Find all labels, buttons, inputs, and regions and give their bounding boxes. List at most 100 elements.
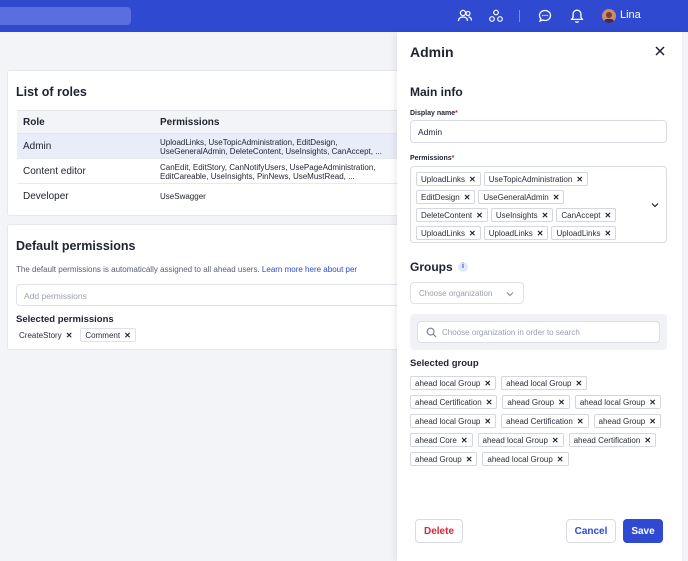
default-permissions-title: Default permissions — [16, 239, 136, 253]
remove-chip-icon[interactable]: ✕ — [605, 211, 612, 220]
permission-chip: Comment ✕ — [80, 328, 136, 342]
selected-group-list: ahead local Group ✕ ahead local Group ✕ ah… — [410, 376, 670, 466]
role-name: Developer — [23, 191, 69, 202]
remove-chip-icon[interactable]: ✕ — [575, 379, 582, 388]
permission-chip: UseGeneralAdmin ✕ — [478, 190, 565, 204]
col-permissions-header: Permissions — [160, 117, 220, 128]
group-chip: ahead local Group ✕ — [410, 414, 497, 428]
remove-chip-icon[interactable]: ✕ — [466, 455, 473, 464]
role-permissions-line1: UseSwagger — [160, 192, 206, 201]
users-icon[interactable] — [457, 8, 473, 24]
table-header: Role Permissions — [17, 110, 412, 134]
remove-chip-icon[interactable]: ✕ — [464, 193, 471, 202]
remove-chip-icon[interactable]: ✕ — [469, 175, 476, 184]
group-chip: ahead Group ✕ — [410, 452, 478, 466]
group-search-input[interactable]: Choose organization in order to search — [417, 321, 660, 343]
remove-chip-icon[interactable]: ✕ — [542, 211, 549, 220]
role-name: Content editor — [23, 166, 86, 177]
role-permissions-line2: EditCareable, UseInsights, PinNews, UseM… — [160, 172, 355, 181]
close-icon[interactable] — [654, 45, 666, 57]
table-row-developer[interactable]: Developer UseSwagger — [17, 184, 412, 209]
selected-permissions-list: CreateStory ✕ Comment ✕ — [16, 328, 136, 342]
add-permissions-placeholder: Add permissions — [24, 291, 87, 301]
permission-chip: EditDesign ✕ — [416, 190, 476, 204]
delete-button[interactable]: Delete — [415, 519, 463, 543]
remove-chip-icon[interactable]: ✕ — [461, 436, 468, 445]
group-chip: ahead local Group ✕ — [477, 433, 564, 447]
group-chip: ahead Certification ✕ — [501, 414, 589, 428]
permissions-multiselect[interactable]: UploadLinks ✕ UseTopicAdministration ✕ Edi… — [410, 166, 667, 243]
group-chip: ahead local Group ✕ — [501, 376, 588, 390]
user-name[interactable]: Lina — [620, 9, 641, 21]
group-chip: ahead Group ✕ — [593, 414, 661, 428]
add-permissions-input[interactable]: Add permissions — [16, 284, 406, 306]
remove-chip-icon[interactable]: ✕ — [486, 398, 493, 407]
group-chip: ahead Core ✕ — [410, 433, 473, 447]
remove-chip-icon[interactable]: ✕ — [484, 417, 491, 426]
table-row-content-editor[interactable]: Content editor CanEdit, EditStory, CanNo… — [17, 159, 412, 184]
role-detail-drawer: Admin Main info Display name* Admin Perm… — [397, 32, 682, 561]
remove-chip-icon[interactable]: ✕ — [553, 193, 560, 202]
default-permissions-panel: Default permissions The default permissi… — [7, 224, 412, 350]
save-button[interactable]: Save — [623, 519, 663, 543]
permission-chip: UploadLinks ✕ — [551, 226, 617, 240]
role-permissions-line1: UploadLinks, UseTopicAdministration, Edi… — [160, 138, 338, 147]
permissions-chip-list: UploadLinks ✕ UseTopicAdministration ✕ Edi… — [416, 172, 636, 240]
remove-chip-icon[interactable]: ✕ — [469, 229, 476, 238]
groups-title: Groups — [410, 260, 453, 274]
selected-group-title: Selected group — [410, 358, 479, 369]
selected-permissions-title: Selected permissions — [16, 314, 114, 325]
table-row-admin[interactable]: Admin UploadLinks, UseTopicAdministratio… — [17, 134, 412, 159]
main-info-title: Main info — [410, 85, 463, 99]
global-search-input[interactable] — [0, 7, 131, 25]
group-chip: ahead Certification ✕ — [410, 395, 498, 409]
remove-chip-icon[interactable]: ✕ — [605, 229, 612, 238]
display-name-field[interactable]: Admin — [410, 120, 667, 143]
chevron-down-icon — [506, 292, 514, 297]
group-chip: ahead Certification ✕ — [568, 433, 657, 447]
permission-chip: UseInsights ✕ — [490, 208, 554, 222]
group-search-wrapper: Choose organization in order to search — [410, 314, 667, 350]
remove-chip-icon[interactable]: ✕ — [484, 379, 491, 388]
permissions-label: Permissions* — [410, 155, 455, 162]
remove-chip-icon[interactable]: ✕ — [557, 455, 564, 464]
header-divider — [519, 10, 520, 22]
remove-chip-icon[interactable]: ✕ — [649, 398, 656, 407]
remove-chip-icon[interactable]: ✕ — [576, 175, 583, 184]
permission-chip: CreateStory ✕ — [16, 328, 77, 342]
chat-icon[interactable] — [537, 8, 553, 24]
group-chip: ahead local Group ✕ — [482, 452, 569, 466]
info-icon[interactable]: i — [458, 262, 468, 272]
group-chip: ahead local Group ✕ — [574, 395, 661, 409]
remove-chip-icon[interactable]: ✕ — [649, 417, 656, 426]
remove-chip-icon[interactable]: ✕ — [124, 331, 131, 340]
bell-icon[interactable] — [569, 8, 585, 24]
remove-chip-icon[interactable]: ✕ — [66, 331, 73, 340]
top-bar: Lina — [0, 0, 688, 32]
remove-chip-icon[interactable]: ✕ — [552, 436, 559, 445]
default-permissions-description: The default permissions is automatically… — [16, 265, 406, 274]
search-icon — [426, 327, 437, 338]
remove-chip-icon[interactable]: ✕ — [537, 229, 544, 238]
roles-panel: List of roles Role Permissions Admin Upl… — [7, 70, 412, 216]
description-text: The default permissions is automatically… — [16, 265, 260, 274]
remove-chip-icon[interactable]: ✕ — [558, 398, 565, 407]
group-chip: ahead Group ✕ — [502, 395, 570, 409]
cancel-button[interactable]: Cancel — [566, 519, 616, 543]
display-name-value: Admin — [418, 127, 443, 137]
choose-organization-select[interactable]: Choose organization — [410, 282, 524, 304]
display-name-label: Display name* — [410, 110, 458, 117]
remove-chip-icon[interactable]: ✕ — [577, 417, 584, 426]
roles-title: List of roles — [16, 85, 87, 99]
col-role-header: Role — [23, 117, 45, 128]
chevron-down-icon[interactable] — [650, 200, 660, 210]
permission-chip: UploadLinks ✕ — [416, 226, 481, 240]
groups-icon[interactable] — [488, 8, 504, 24]
permission-chip: UploadLinks ✕ — [483, 226, 549, 240]
choose-organization-placeholder: Choose organization — [419, 289, 493, 298]
role-name: Admin — [23, 141, 52, 152]
remove-chip-icon[interactable]: ✕ — [476, 211, 483, 220]
avatar[interactable] — [602, 9, 616, 23]
remove-chip-icon[interactable]: ✕ — [644, 436, 651, 445]
learn-more-link[interactable]: Learn more here about per — [262, 265, 357, 274]
